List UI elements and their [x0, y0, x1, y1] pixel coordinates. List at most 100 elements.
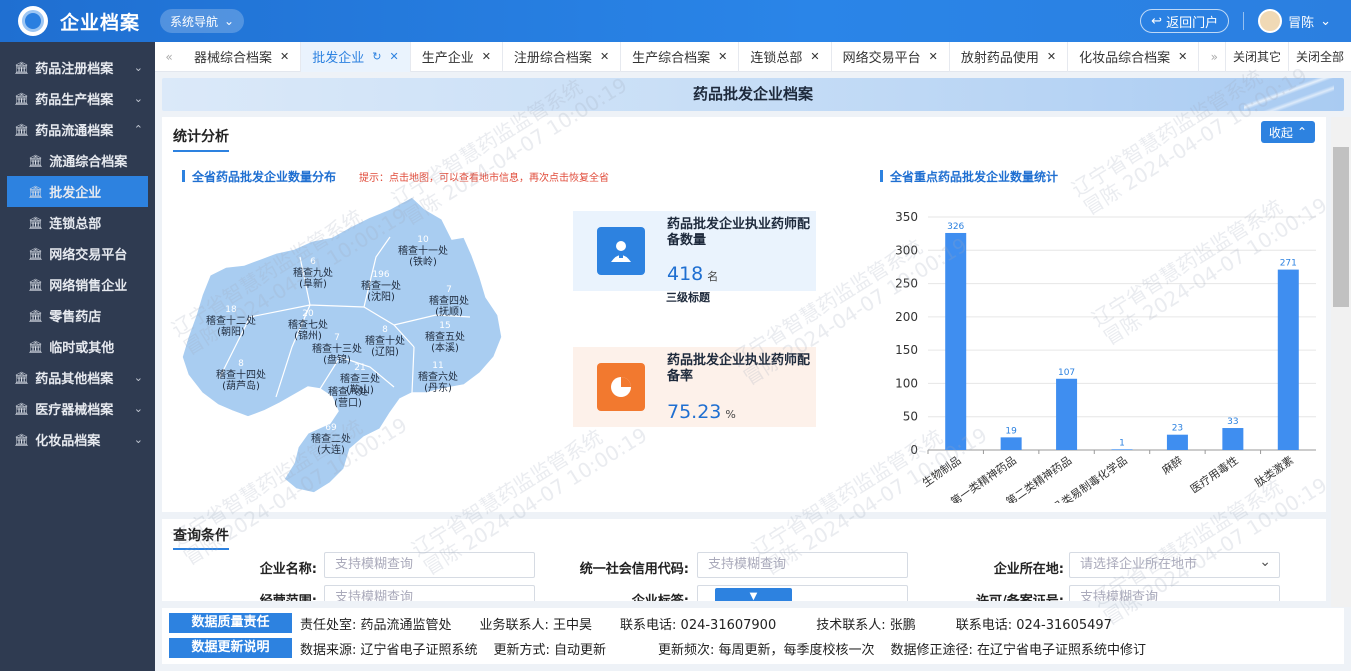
business-contact: 业务联系人: 王中昊 — [479, 617, 593, 633]
location-select[interactable]: 请选择企业所在地市 — [1069, 550, 1280, 578]
sidebar-group-label: 药品其他档案 — [35, 372, 114, 387]
map-region-shenyang[interactable]: 196 稽查一处 (沈阳) — [361, 270, 401, 303]
company-name-input[interactable]: 支持模糊查询 — [324, 552, 535, 578]
sidebar-group-label: 药品生产档案 — [35, 93, 114, 108]
card-unit: % — [725, 408, 736, 421]
tab-device-archive[interactable]: 器械综合档案 ✕ — [183, 41, 302, 72]
tabs-scroll-right-icon[interactable]: » — [1204, 42, 1225, 72]
map-region-liaoyang[interactable]: 8 稽查十处 (辽阳) — [365, 325, 405, 358]
sidebar-item-online-sales[interactable]: 🏛 网络销售企业 — [0, 269, 155, 300]
region-name: 稽查一处 — [361, 281, 401, 292]
map-region-chaoyang[interactable]: 18 稽查十二处 (朝阳) — [206, 305, 256, 338]
map-region-dalian[interactable]: 69 稽查二处 (大连) — [311, 423, 351, 456]
region-city: (铁岭) — [409, 257, 437, 268]
sidebar-group-drug-production[interactable]: 🏛 药品生产档案 ⌄ — [0, 83, 155, 114]
tab-production[interactable]: 生产企业 ✕ — [411, 41, 503, 72]
map-region-huludao[interactable]: 8 稽查十四处 (葫芦岛) — [216, 359, 266, 392]
map-region-benxi[interactable]: 15 稽查五处 (本溪) — [425, 321, 465, 354]
region-name: 稽查三处 — [340, 374, 380, 385]
back-to-portal-button[interactable]: ↩ 返回门户 — [1140, 9, 1230, 33]
page-banner: 药品批发企业档案 — [162, 78, 1344, 111]
close-icon[interactable]: ✕ — [482, 50, 491, 63]
close-all-button[interactable]: 关闭全部 — [1287, 41, 1351, 72]
close-icon[interactable]: ✕ — [929, 50, 938, 63]
business-phone: 联系电话: 024-31607900 — [620, 617, 777, 633]
bar — [1166, 434, 1188, 450]
credit-code-input[interactable]: 支持模糊查询 — [697, 552, 908, 578]
tab-label: 化妆品综合档案 — [1079, 51, 1171, 66]
close-icon[interactable]: ✕ — [810, 50, 819, 63]
region-name: 稽查二处 — [311, 434, 351, 445]
map-region-fuxin[interactable]: 6 稽查九处 (阜新) — [293, 257, 333, 290]
sidebar-group-drug-other[interactable]: 🏛 药品其他档案 ⌄ — [0, 362, 155, 393]
close-icon[interactable]: ✕ — [718, 50, 727, 63]
map-region-fushun[interactable]: 7 稽查四处 (抚顺) — [429, 285, 469, 318]
tab-online-platform[interactable]: 网络交易平台 ✕ — [832, 41, 950, 72]
region-city: (营口) — [334, 398, 362, 409]
pharmacist-count-card: 药品批发企业执业药师配备数量 418 名 — [573, 211, 816, 291]
tab-radioactive[interactable]: 放射药品使用 ✕ — [950, 41, 1069, 72]
region-name: 稽查十四处 — [216, 370, 266, 381]
tab-label: 放射药品使用 — [960, 51, 1039, 66]
tech-contact: 技术联系人: 张鹏 — [816, 617, 916, 633]
update-frequency: 更新频次: 每周更新，每季度校核一次 — [658, 642, 875, 658]
y-tick-label: 100 — [895, 376, 918, 390]
tab-label: 器械综合档案 — [194, 51, 273, 66]
sidebar-item-wholesale[interactable]: 🏛 批发企业 — [7, 176, 148, 207]
sidebar-group-drug-registration[interactable]: 🏛 药品注册档案 ⌄ — [0, 52, 155, 83]
sidebar-group-cosmetics[interactable]: 🏛 化妆品档案 ⌄ — [0, 424, 155, 455]
sidebar-item-temporary[interactable]: 🏛 临时或其他 — [0, 331, 155, 362]
region-count: 10 — [417, 235, 429, 245]
region-count: 69 — [325, 423, 337, 433]
tab-production-archive[interactable]: 生产综合档案 ✕ — [621, 41, 740, 72]
sidebar-item-chain-hq[interactable]: 🏛 连锁总部 — [0, 207, 155, 238]
scrollbar[interactable] — [1331, 117, 1351, 607]
sidebar-item-circulation-overview[interactable]: 🏛 流通综合档案 — [0, 145, 155, 176]
region-count: 11 — [432, 361, 444, 371]
chart-title: 全省重点药品批发企业数量统计 — [880, 168, 1058, 185]
sidebar-group-medical-device[interactable]: 🏛 医疗器械档案 ⌄ — [0, 393, 155, 424]
tab-wholesale[interactable]: 批发企业 ↻ ✕ — [301, 41, 411, 72]
expand-query-button[interactable]: ▼ — [715, 588, 792, 601]
page-title: 药品批发企业档案 — [692, 85, 813, 103]
close-icon[interactable]: ✕ — [1178, 50, 1187, 63]
sidebar-item-retail-pharmacy[interactable]: 🏛 零售药店 — [0, 300, 155, 331]
system-nav-button[interactable]: 系统导航 ⌄ — [160, 9, 245, 33]
refresh-icon[interactable]: ↻ — [372, 50, 381, 63]
data-label: 19 — [1005, 426, 1017, 436]
sidebar-group-label: 药品流通档案 — [35, 124, 114, 139]
close-others-button[interactable]: 关闭其它 — [1224, 41, 1288, 72]
card-number: 418 — [667, 263, 704, 285]
business-scope-input[interactable]: 支持模糊查询 — [324, 585, 535, 601]
region-city: (本溪) — [431, 343, 459, 354]
tab-registration-archive[interactable]: 注册综合档案 ✕ — [503, 41, 622, 72]
y-tick-label: 50 — [903, 410, 918, 424]
tab-chain-hq[interactable]: 连锁总部 ✕ — [739, 41, 832, 72]
scrollbar-thumb[interactable] — [1333, 147, 1349, 307]
caret-down-icon: ▼ — [749, 591, 758, 601]
tabs-scroll-left-icon[interactable]: « — [155, 50, 183, 64]
region-count: 8 — [382, 325, 388, 335]
data-label: 1 — [1119, 438, 1125, 448]
close-icon[interactable]: ✕ — [1047, 50, 1056, 63]
province-map[interactable]: 10 稽查十一处 (铁岭) 6 稽查九处 (阜新) 196 稽查一处 (沈阳) 7 稽查四处(… — [180, 196, 510, 497]
map-region-dandong[interactable]: 11 稽查六处 (丹东) — [418, 361, 458, 394]
user-menu[interactable]: 冒陈 ⌄ — [1258, 9, 1331, 33]
bank-icon: 🏛 — [28, 184, 44, 199]
close-icon[interactable]: ✕ — [600, 50, 609, 63]
map-region-panjin[interactable]: 7 稽查十三处 (盘锦) — [312, 333, 362, 366]
update-method: 更新方式: 自动更新 — [493, 642, 607, 658]
collapse-button[interactable]: 收起 ⌃ — [1260, 121, 1315, 143]
sidebar-group-drug-circulation[interactable]: 🏛 药品流通档案 ⌃ — [0, 114, 155, 145]
bar — [945, 232, 967, 450]
bank-icon: 🏛 — [14, 370, 30, 385]
map-region-tieling[interactable]: 10 稽查十一处 (铁岭) — [398, 235, 448, 268]
close-icon[interactable]: ✕ — [280, 50, 289, 63]
region-count: 8 — [238, 359, 244, 369]
license-input[interactable]: 支持模糊查询 — [1069, 585, 1280, 601]
map-region-yingkou[interactable]: 稽查八处 (营口) — [328, 387, 368, 409]
sidebar-item-online-platform[interactable]: 🏛 网络交易平台 — [0, 238, 155, 269]
bank-icon: 🏛 — [14, 432, 30, 447]
close-icon[interactable]: ✕ — [389, 50, 398, 63]
tab-cosmetics-archive[interactable]: 化妆品综合档案 ✕ — [1068, 41, 1200, 72]
